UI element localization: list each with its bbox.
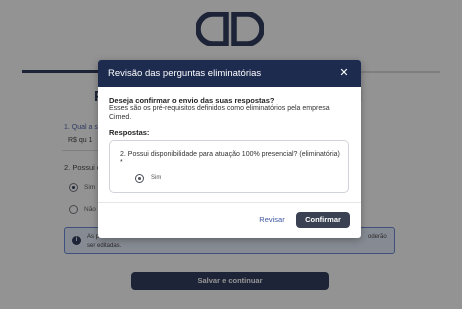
- dialog-title: Revisão das perguntas eliminatórias: [108, 68, 262, 79]
- answer-value: Sim: [151, 175, 162, 181]
- confirmar-button[interactable]: Confirmar: [296, 212, 350, 228]
- revisar-button[interactable]: Revisar: [254, 213, 290, 227]
- answer-radio-selected: [135, 174, 144, 183]
- answer-card: 2. Possui disponibilidade para atuação 1…: [109, 140, 349, 193]
- confirm-question: Deseja confirmar o envio das suas respos…: [109, 96, 275, 105]
- answers-heading: Respostas:: [109, 128, 150, 137]
- dialog-header: Revisão das perguntas eliminatórias ✕: [98, 60, 361, 87]
- close-icon[interactable]: ✕: [338, 67, 350, 79]
- dialog-divider: [98, 202, 361, 203]
- review-dialog: Revisão das perguntas eliminatórias ✕ De…: [98, 60, 361, 238]
- confirm-description: Esses são os pré-requisitos definidos co…: [109, 105, 330, 121]
- answer-question: 2. Possui disponibilidade para atuação 1…: [120, 151, 340, 166]
